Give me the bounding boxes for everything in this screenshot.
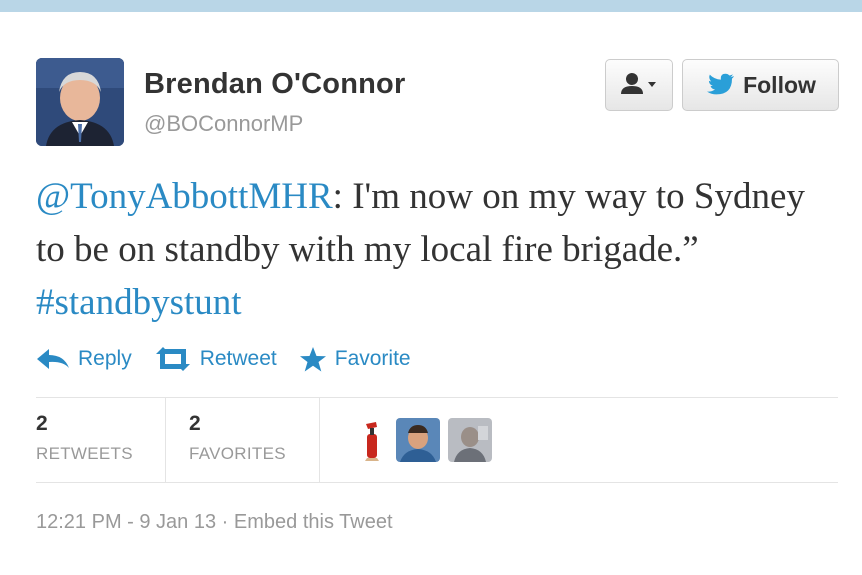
favoriter-avatar[interactable] [396,418,440,462]
star-icon [299,346,326,371]
retweets-stat[interactable]: 2 RETWEETS [36,412,133,464]
user-handle[interactable]: @BOConnorMP [144,111,303,137]
favorites-count: 2 [189,412,201,435]
retweets-label: RETWEETS [36,444,133,463]
avatar-photo [396,418,440,462]
reply-button[interactable]: Reply [36,346,132,372]
stats-divider [165,398,166,482]
twitter-bird-icon [707,73,735,95]
tweet-mention-link[interactable]: @TonyAbbottMHR [36,176,333,217]
favorites-stat[interactable]: 2 FAVORITES [189,412,286,464]
retweets-count: 2 [36,412,48,435]
tweet-footer: 12:21 PM - 9 Jan 13 · Embed this Tweet [36,511,393,534]
favorite-button[interactable]: Favorite [299,346,411,373]
user-name[interactable]: Brendan O'Connor [144,68,405,101]
stats-bottom-divider [36,482,838,483]
avatar[interactable] [36,58,124,146]
avatar-photo [448,418,492,462]
caret-down-icon [648,82,656,87]
tweet-text: @TonyAbbottMHR: I'm now on my way to Syd… [36,170,836,329]
fire-extinguisher-image [350,418,394,462]
user-actions-button[interactable] [605,59,673,111]
embed-tweet-link[interactable]: Embed this Tweet [234,511,393,533]
favoriter-avatar[interactable] [350,418,394,462]
footer-separator: · [216,511,234,533]
reply-icon [37,349,69,369]
top-border [0,0,862,12]
tweet-timestamp[interactable]: 12:21 PM - 9 Jan 13 [36,511,216,533]
person-icon [621,73,656,94]
follow-button[interactable]: Follow [682,59,839,111]
avatar-photo [36,58,124,146]
stats-divider [319,398,320,482]
follow-label: Follow [743,71,816,98]
favorite-label: Favorite [334,347,411,370]
retweet-label: Retweet [199,347,277,370]
favorites-label: FAVORITES [189,444,286,463]
favoriter-avatar[interactable] [448,418,492,462]
tweet-actions: Reply Retweet Favorite [36,341,433,377]
retweet-icon [155,347,190,371]
retweet-button[interactable]: Retweet [154,346,277,372]
stats-top-divider [36,397,838,398]
tweet-hashtag-link[interactable]: #standbystunt [36,282,242,323]
reply-label: Reply [78,347,132,370]
